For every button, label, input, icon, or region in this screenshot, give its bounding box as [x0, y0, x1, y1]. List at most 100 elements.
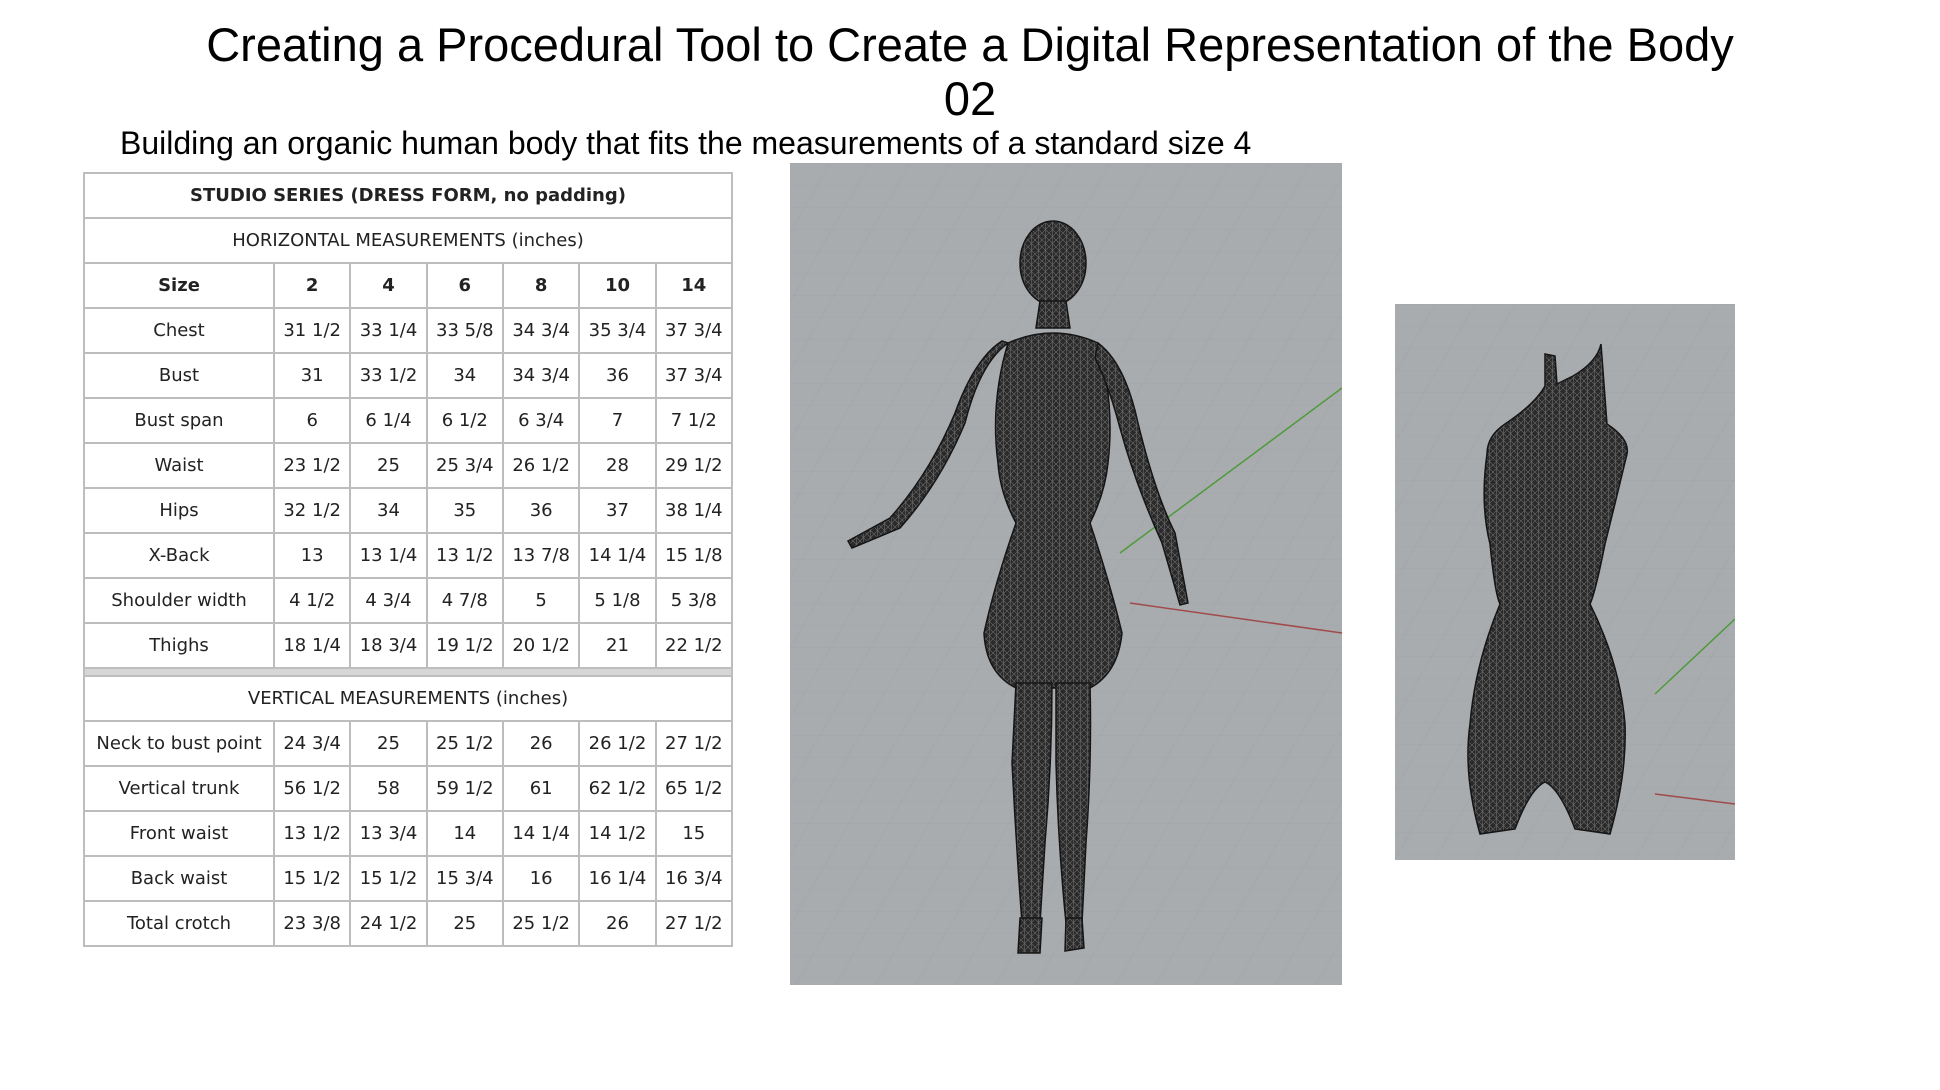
- table-row: Bust 31 33 1/2 34 34 3/4 36 37 3/4: [83, 352, 734, 399]
- value-cell: 15 1/8: [654, 532, 734, 579]
- torso-render: [1395, 304, 1735, 860]
- value-cell: 34: [349, 487, 428, 534]
- value-cell: 13 3/4: [349, 810, 428, 857]
- value-cell: 26: [501, 720, 581, 767]
- value-cell: 24 3/4: [272, 720, 352, 767]
- value-cell: 5: [501, 577, 581, 624]
- value-cell: 19 1/2: [425, 622, 504, 669]
- row-label: Neck to bust point: [83, 720, 275, 767]
- slide-subtitle: Building an organic human body that fits…: [120, 125, 1252, 161]
- table-row: Vertical trunk 56 1/2 58 59 1/2 61 62 1/2 65 1…: [83, 765, 734, 812]
- slide-title: Creating a Procedural Tool to Create a D…: [0, 18, 1940, 126]
- table-row: X-Back 13 13 1/4 13 1/2 13 7/8 14 1/4 15 1/8: [83, 532, 734, 579]
- size-cell: 14: [654, 262, 734, 309]
- table-row: Back waist 15 1/2 15 1/2 15 3/4 16 16 1/4 16 3…: [83, 855, 734, 902]
- value-cell: 36: [501, 487, 581, 534]
- value-cell: 33 1/4: [349, 307, 428, 354]
- value-cell: 34 3/4: [501, 307, 581, 354]
- value-cell: 37 3/4: [654, 352, 734, 399]
- full-body-render: [790, 163, 1342, 985]
- value-cell: 26 1/2: [501, 442, 581, 489]
- row-label: Vertical trunk: [83, 765, 275, 812]
- value-cell: 7: [578, 397, 657, 444]
- value-cell: 34: [425, 352, 504, 399]
- value-cell: 13 1/2: [425, 532, 504, 579]
- row-label: Thighs: [83, 622, 275, 669]
- measurements-table: STUDIO SERIES (DRESS FORM, no padding) HO…: [83, 172, 734, 947]
- table-header: STUDIO SERIES (DRESS FORM, no padding): [83, 172, 733, 219]
- value-cell: 22 1/2: [654, 622, 734, 669]
- value-cell: 24 1/2: [349, 900, 428, 947]
- table-row: Thighs 18 1/4 18 3/4 19 1/2 20 1/2 21 22 1/2: [83, 622, 734, 669]
- value-cell: 31: [272, 352, 352, 399]
- value-cell: 61: [501, 765, 581, 812]
- value-cell: 14 1/2: [578, 810, 657, 857]
- value-cell: 28: [578, 442, 657, 489]
- size-cell: 8: [501, 262, 581, 309]
- slide-title-line1: Creating a Procedural Tool to Create a D…: [206, 18, 1734, 71]
- row-label: Chest: [83, 307, 275, 354]
- separator-cell: [83, 667, 733, 677]
- value-cell: 62 1/2: [578, 765, 657, 812]
- value-cell: 23 1/2: [272, 442, 352, 489]
- value-cell: 6: [272, 397, 352, 444]
- value-cell: 25 1/2: [501, 900, 581, 947]
- value-cell: 33 1/2: [349, 352, 428, 399]
- section-title-row: VERTICAL MEASUREMENTS (inches): [83, 675, 733, 722]
- value-cell: 6 3/4: [501, 397, 581, 444]
- table-row: Chest 31 1/2 33 1/4 33 5/8 34 3/4 35 3/4 37 3/…: [83, 307, 734, 354]
- value-cell: 27 1/2: [654, 720, 734, 767]
- table-row: Bust span 6 6 1/4 6 1/2 6 3/4 7 7 1/2: [83, 397, 734, 444]
- row-label: Waist: [83, 442, 275, 489]
- value-cell: 4 3/4: [349, 577, 428, 624]
- row-label: Hips: [83, 487, 275, 534]
- value-cell: 15 1/2: [349, 855, 428, 902]
- value-cell: 16: [501, 855, 581, 902]
- value-cell: 32 1/2: [272, 487, 352, 534]
- value-cell: 25: [425, 900, 504, 947]
- section-separator: [83, 667, 733, 677]
- value-cell: 15 1/2: [272, 855, 352, 902]
- value-cell: 13: [272, 532, 352, 579]
- value-cell: 13 1/4: [349, 532, 428, 579]
- size-cell: 4: [349, 262, 428, 309]
- value-cell: 6 1/4: [349, 397, 428, 444]
- value-cell: 15 3/4: [425, 855, 504, 902]
- horizontal-section-title: HORIZONTAL MEASUREMENTS (inches): [83, 217, 733, 264]
- value-cell: 25 1/2: [425, 720, 504, 767]
- value-cell: 31 1/2: [272, 307, 352, 354]
- value-cell: 37 3/4: [654, 307, 734, 354]
- value-cell: 13 1/2: [272, 810, 352, 857]
- value-cell: 56 1/2: [272, 765, 352, 812]
- value-cell: 6 1/2: [425, 397, 504, 444]
- value-cell: 29 1/2: [654, 442, 734, 489]
- table-row: Waist 23 1/2 25 25 3/4 26 1/2 28 29 1/2: [83, 442, 734, 489]
- measurements-table-container: STUDIO SERIES (DRESS FORM, no padding) HO…: [83, 172, 734, 947]
- value-cell: 38 1/4: [654, 487, 734, 534]
- value-cell: 20 1/2: [501, 622, 581, 669]
- value-cell: 13 7/8: [501, 532, 581, 579]
- size-cell: 10: [578, 262, 657, 309]
- table-row: Front waist 13 1/2 13 3/4 14 14 1/4 14 1/2 15: [83, 810, 734, 857]
- section-title-row: HORIZONTAL MEASUREMENTS (inches): [83, 217, 733, 264]
- value-cell: 33 5/8: [425, 307, 504, 354]
- value-cell: 16 1/4: [578, 855, 657, 902]
- row-label: X-Back: [83, 532, 275, 579]
- value-cell: 14 1/4: [501, 810, 581, 857]
- value-cell: 26 1/2: [578, 720, 657, 767]
- value-cell: 15: [654, 810, 734, 857]
- row-label: Total crotch: [83, 900, 275, 947]
- value-cell: 18 3/4: [349, 622, 428, 669]
- value-cell: 27 1/2: [654, 900, 734, 947]
- value-cell: 5 3/8: [654, 577, 734, 624]
- slide-title-line2: 02: [943, 72, 997, 125]
- table-row: Neck to bust point 24 3/4 25 25 1/2 26 26 1/2…: [83, 720, 734, 767]
- table-header-row: STUDIO SERIES (DRESS FORM, no padding): [83, 172, 733, 219]
- value-cell: 16 3/4: [654, 855, 734, 902]
- table-row: Hips 32 1/2 34 35 36 37 38 1/4: [83, 487, 734, 534]
- value-cell: 5 1/8: [578, 577, 657, 624]
- value-cell: 7 1/2: [654, 397, 734, 444]
- table-row: Shoulder width 4 1/2 4 3/4 4 7/8 5 5 1/8 5 3/8: [83, 577, 734, 624]
- value-cell: 21: [578, 622, 657, 669]
- value-cell: 25 3/4: [425, 442, 504, 489]
